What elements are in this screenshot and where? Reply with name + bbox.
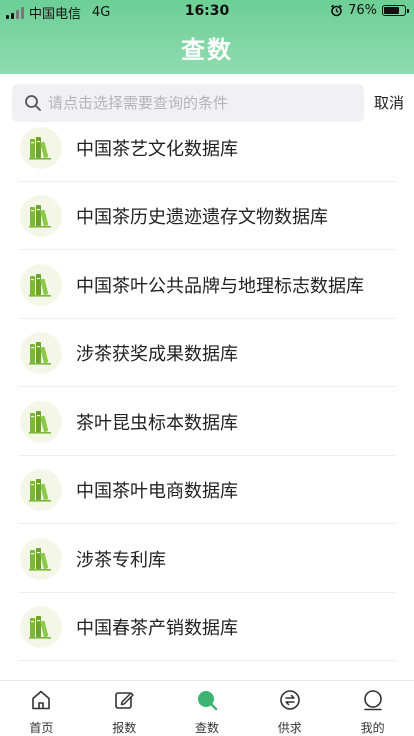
divider [18, 249, 396, 250]
database-list: 中国茶艺文化数据库 中国茶历史遗迹遗存文物数据库 中国茶叶公共品牌与地理标志数据… [0, 114, 414, 680]
battery-icon [382, 5, 409, 16]
tab-mine[interactable]: 我的 [331, 681, 414, 736]
books-icon [20, 469, 62, 511]
database-label: 中国茶叶电商数据库 [76, 481, 238, 502]
books-icon [20, 401, 62, 443]
database-item[interactable]: 涉茶获奖成果数据库 [0, 319, 414, 387]
books-icon [20, 538, 62, 580]
books-icon [20, 264, 62, 306]
tab-label: 我的 [360, 721, 385, 735]
books-icon [20, 606, 62, 648]
search-icon [195, 688, 219, 716]
books-icon [20, 127, 62, 169]
database-label: 中国春茶产销数据库 [76, 618, 238, 639]
database-item[interactable]: 中国春茶产销数据库 [0, 593, 414, 661]
search-icon [25, 95, 41, 111]
database-item[interactable]: 涉茶专利库 [0, 525, 414, 593]
database-item[interactable]: 中国茶艺文化数据库 [0, 114, 414, 182]
tab-home[interactable]: 首页 [0, 681, 83, 736]
cancel-button[interactable]: 取消 [374, 92, 404, 113]
divider [18, 660, 396, 661]
tab-label: 供求 [277, 721, 302, 735]
status-bar: 中国电信 4G 16:30 76% [0, 0, 414, 22]
tab-label: 首页 [29, 721, 54, 735]
divider [18, 386, 396, 387]
database-label: 中国茶艺文化数据库 [76, 139, 238, 160]
alarm-icon [331, 4, 343, 17]
books-icon [20, 332, 62, 374]
database-label: 涉茶专利库 [76, 550, 166, 571]
database-label: 涉茶获奖成果数据库 [76, 344, 238, 365]
exchange-icon [278, 688, 302, 716]
database-label: 中国茶叶公共品牌与地理标志数据库 [76, 276, 364, 297]
page-title: 查数 [181, 36, 233, 64]
edit-icon [112, 688, 136, 716]
user-icon [361, 688, 385, 716]
tab-supply[interactable]: 供求 [248, 681, 331, 736]
database-item[interactable]: 中国茶叶公共品牌与地理标志数据库 [0, 251, 414, 319]
database-label: 茶叶昆虫标本数据库 [76, 413, 238, 434]
divider [18, 523, 396, 524]
database-item[interactable]: 中国茶历史遗迹遗存文物数据库 [0, 182, 414, 250]
header: 中国电信 4G 16:30 76% 查数 [0, 0, 414, 74]
books-icon [20, 195, 62, 237]
tab-bar: 首页 报数 查数 供求 我的 [0, 680, 414, 736]
database-item[interactable]: 茶叶昆虫标本数据库 [0, 388, 414, 456]
tab-label: 报数 [112, 721, 137, 735]
tab-report[interactable]: 报数 [83, 681, 166, 736]
home-icon [29, 688, 53, 716]
tab-search[interactable]: 查数 [166, 681, 249, 736]
database-item[interactable]: 中国茶叶电商数据库 [0, 456, 414, 524]
search-input[interactable] [48, 94, 348, 112]
battery-percent: 76% [348, 3, 377, 18]
tab-label: 查数 [194, 721, 219, 735]
database-label: 中国茶历史遗迹遗存文物数据库 [76, 207, 328, 228]
